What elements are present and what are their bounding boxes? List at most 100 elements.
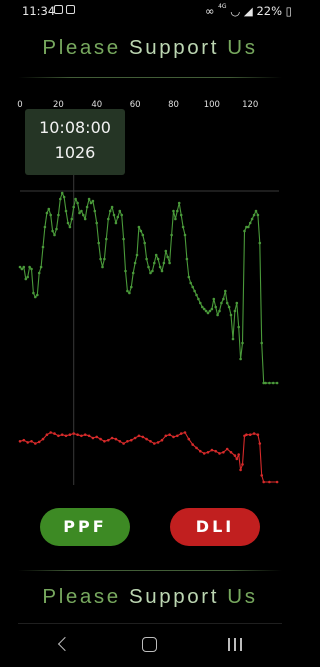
data-point [93, 209, 97, 213]
data-point [172, 209, 175, 213]
x-tick-label: 120 [242, 100, 258, 110]
data-point [229, 313, 233, 317]
data-point [220, 301, 223, 305]
data-point [76, 433, 79, 437]
data-point [260, 474, 264, 477]
data-point [258, 442, 262, 445]
support-banner-top[interactable]: Please Support Us [0, 36, 300, 60]
data-point [172, 435, 175, 439]
data-point [99, 437, 102, 441]
data-point [233, 309, 237, 313]
data-point [97, 241, 100, 245]
data-point [225, 301, 229, 305]
ppf-button[interactable]: PPF [40, 508, 130, 546]
data-point [110, 205, 114, 209]
data-point [177, 201, 181, 205]
data-point [45, 433, 49, 437]
data-point [91, 199, 95, 203]
status-bar: 11:34 ∞ 4G ◡ ◢ 22% ▯ [0, 0, 300, 22]
data-point [252, 213, 256, 217]
data-point [34, 295, 37, 299]
data-point [126, 289, 129, 293]
data-point [103, 257, 106, 261]
data-point [168, 261, 171, 265]
back-icon[interactable] [57, 636, 73, 652]
data-point [68, 225, 72, 229]
data-point [191, 443, 194, 446]
data-point [229, 451, 233, 454]
x-tick-label: 0 [17, 100, 22, 110]
data-point [99, 257, 102, 261]
home-icon[interactable] [142, 637, 157, 652]
x-tick-label: 60 [130, 100, 141, 110]
data-point [208, 309, 212, 313]
recents-icon[interactable] [228, 638, 242, 652]
data-point [160, 269, 164, 273]
tooltip-time: 10:08:00 [39, 118, 111, 137]
link-icon: ∞ [204, 4, 215, 18]
data-point [199, 449, 202, 453]
data-point [76, 201, 79, 205]
x-tick-label: 100 [204, 100, 220, 110]
data-point [78, 211, 81, 215]
data-point [133, 436, 137, 440]
data-point [237, 325, 240, 329]
data-point [32, 291, 35, 295]
data-point [141, 435, 145, 439]
data-point [49, 213, 52, 217]
data-point [241, 341, 244, 345]
data-point [166, 255, 169, 259]
data-point [128, 291, 131, 295]
data-point [212, 297, 216, 301]
notification-icons [54, 5, 78, 24]
data-point [271, 381, 275, 385]
data-point [174, 217, 177, 221]
data-point [122, 237, 125, 241]
data-point [195, 293, 198, 297]
dli-button[interactable]: DLI [170, 508, 260, 546]
banner-word-please: Please [42, 36, 121, 59]
data-point [154, 253, 158, 257]
data-point [170, 233, 173, 237]
data-point [30, 267, 33, 271]
data-point [176, 434, 179, 438]
divider-nav [18, 623, 282, 624]
data-point [80, 434, 83, 438]
data-point [268, 480, 271, 484]
data-point [210, 307, 214, 311]
tooltip-value: 1026 [54, 143, 96, 162]
status-time: 11:34 [22, 4, 56, 18]
data-point [256, 433, 260, 437]
data-point [74, 197, 77, 201]
data-point [130, 285, 133, 289]
data-point [72, 432, 75, 435]
data-point [145, 437, 148, 441]
data-point [80, 209, 83, 213]
banner-word-support: Support [129, 585, 219, 608]
data-point [37, 271, 41, 275]
data-point [114, 437, 118, 441]
data-point [112, 213, 116, 217]
data-point [235, 457, 239, 461]
data-point [195, 446, 198, 450]
data-point [214, 305, 217, 309]
data-point [126, 440, 129, 443]
divider-bottom [18, 570, 282, 571]
wifi-icon: ◡ [230, 4, 241, 18]
data-point [72, 205, 75, 209]
data-point [183, 233, 187, 237]
data-point [53, 432, 56, 435]
banner-word-us: Us [227, 36, 258, 59]
data-point [87, 434, 91, 438]
support-banner-bottom[interactable]: Please Support Us [0, 585, 300, 609]
data-point [26, 275, 30, 279]
data-point [20, 267, 24, 271]
data-point [210, 448, 214, 452]
data-point [41, 245, 45, 249]
data-point [156, 441, 160, 444]
data-point [160, 438, 164, 442]
data-point [241, 463, 244, 466]
data-point [275, 480, 279, 484]
data-point [252, 432, 256, 435]
data-point [256, 213, 260, 217]
